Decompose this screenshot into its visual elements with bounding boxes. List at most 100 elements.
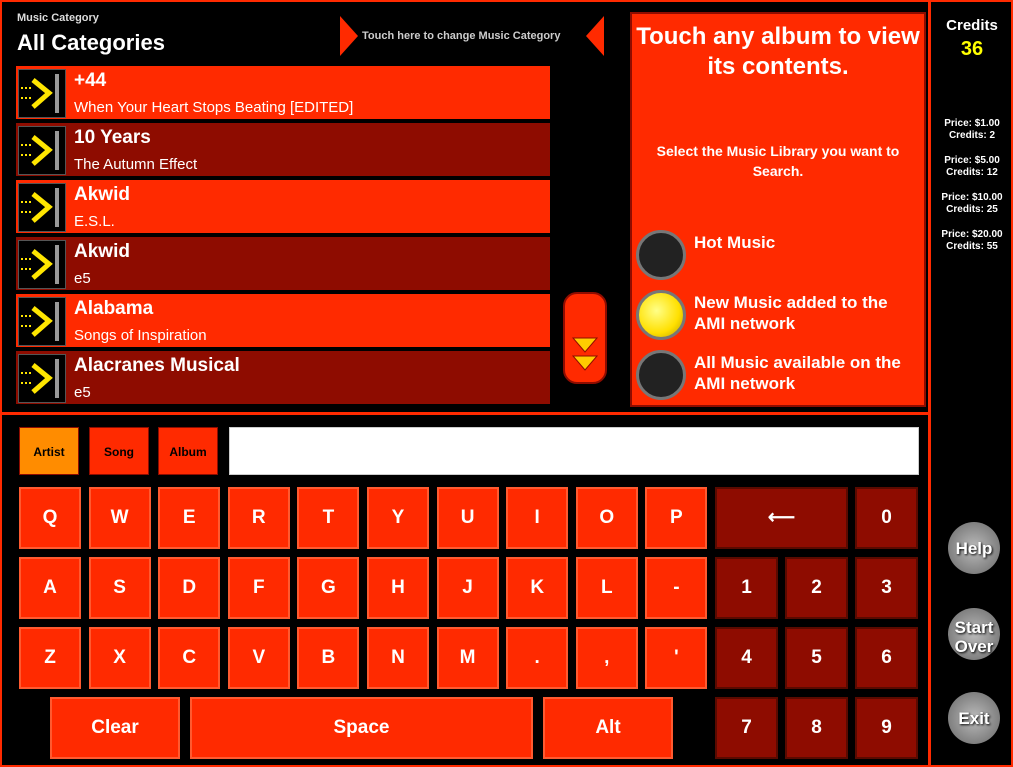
key-row2-0[interactable]: A bbox=[19, 557, 81, 619]
price-tier: Price: $5.00 Credits: 12 bbox=[931, 155, 1013, 179]
key-row3-5[interactable]: N bbox=[367, 627, 429, 689]
help-label: Help bbox=[955, 539, 993, 558]
key-num-7[interactable]: 7 bbox=[715, 697, 778, 759]
key-row1-1[interactable]: W bbox=[88, 487, 151, 549]
album-title: e5 bbox=[74, 270, 91, 287]
key-row1-3[interactable]: R bbox=[227, 487, 290, 549]
price-tier: Price: $1.00 Credits: 2 bbox=[931, 118, 1013, 142]
library-label: New Music added to the AMI network bbox=[694, 293, 888, 333]
key-num-3[interactable]: 3 bbox=[855, 557, 918, 619]
key-row3-8[interactable]: , bbox=[575, 627, 638, 689]
play-arrow-icon[interactable] bbox=[18, 354, 66, 403]
divider-horizontal bbox=[0, 412, 930, 415]
price-credits: Credits: 12 bbox=[946, 167, 998, 178]
album-title: The Autumn Effect bbox=[74, 156, 198, 173]
play-arrow-icon[interactable] bbox=[18, 69, 66, 118]
album-row[interactable]: Akwid e5 bbox=[15, 236, 551, 291]
album-row[interactable]: Alacranes Musical e5 bbox=[15, 350, 551, 405]
backspace-arrow-icon: ⟵ bbox=[767, 507, 796, 528]
key-num-9[interactable]: 9 bbox=[855, 697, 918, 759]
key-num-6[interactable]: 6 bbox=[855, 627, 918, 689]
play-arrow-icon[interactable] bbox=[18, 297, 66, 346]
key-row2-1[interactable]: S bbox=[88, 557, 151, 619]
change-category-hint[interactable]: Touch here to change Music Category bbox=[362, 30, 560, 42]
album-artist: 10 Years bbox=[74, 127, 151, 148]
key-row1-2[interactable]: E bbox=[158, 487, 221, 549]
start-over-button[interactable]: Start Over bbox=[948, 608, 1000, 660]
alt-button[interactable]: Alt bbox=[543, 697, 673, 759]
category-value[interactable]: All Categories bbox=[17, 30, 165, 56]
key-row3-4[interactable]: B bbox=[297, 627, 360, 689]
key-row1-9[interactable]: P bbox=[645, 487, 708, 549]
price-value: Price: $10.00 bbox=[941, 192, 1003, 203]
key-row2-2[interactable]: D bbox=[158, 557, 221, 619]
credits-value: 36 bbox=[960, 38, 984, 60]
album-row[interactable]: Akwid E.S.L. bbox=[15, 179, 551, 234]
search-input[interactable] bbox=[229, 427, 919, 475]
key-num-8[interactable]: 8 bbox=[785, 697, 848, 759]
exit-button[interactable]: Exit bbox=[948, 692, 1000, 744]
scroll-down-button[interactable] bbox=[563, 292, 607, 384]
key-row1-6[interactable]: U bbox=[436, 487, 499, 549]
key-row1-5[interactable]: Y bbox=[367, 487, 429, 549]
key-row3-0[interactable]: Z bbox=[19, 627, 81, 689]
category-label: Music Category bbox=[17, 12, 99, 24]
key-num-0[interactable]: 0 bbox=[855, 487, 918, 549]
play-arrow-icon[interactable] bbox=[18, 126, 66, 175]
library-label: Hot Music bbox=[694, 233, 776, 252]
album-artist: Akwid bbox=[74, 184, 130, 205]
album-title: When Your Heart Stops Beating [EDITED] bbox=[74, 99, 354, 116]
play-arrow-icon[interactable] bbox=[18, 240, 66, 289]
category-prev-icon[interactable] bbox=[340, 16, 358, 56]
key-row1-0[interactable]: Q bbox=[19, 487, 81, 549]
clear-button[interactable]: Clear bbox=[50, 697, 180, 759]
library-option[interactable]: New Music added to the AMI network bbox=[636, 288, 922, 342]
key-row2-5[interactable]: H bbox=[367, 557, 429, 619]
price-value: Price: $1.00 bbox=[944, 118, 1000, 129]
price-credits: Credits: 55 bbox=[946, 241, 998, 252]
price-value: Price: $5.00 bbox=[944, 155, 1000, 166]
key-num-2[interactable]: 2 bbox=[785, 557, 848, 619]
key-row2-8[interactable]: L bbox=[575, 557, 638, 619]
key-row2-7[interactable]: K bbox=[506, 557, 569, 619]
space-button[interactable]: Space bbox=[190, 697, 533, 759]
tab-album[interactable]: Album bbox=[158, 427, 218, 475]
double-chevron-down-icon bbox=[571, 337, 599, 371]
tab-song[interactable]: Song bbox=[89, 427, 149, 475]
library-option[interactable]: All Music available on the AMI network bbox=[636, 348, 922, 402]
play-arrow-icon[interactable] bbox=[18, 183, 66, 232]
album-title: E.S.L. bbox=[74, 213, 115, 230]
key-row3-7[interactable]: . bbox=[506, 627, 569, 689]
key-row2-3[interactable]: F bbox=[227, 557, 290, 619]
tab-artist[interactable]: Artist bbox=[19, 427, 79, 475]
key-row2-6[interactable]: J bbox=[436, 557, 499, 619]
key-row3-6[interactable]: M bbox=[436, 627, 499, 689]
album-title: Songs of Inspiration bbox=[74, 327, 207, 344]
radio-knob-icon[interactable] bbox=[636, 350, 686, 400]
backspace-button[interactable]: ⟵ bbox=[715, 487, 848, 549]
key-row1-4[interactable]: T bbox=[297, 487, 360, 549]
category-next-icon[interactable] bbox=[586, 16, 604, 56]
key-row1-7[interactable]: I bbox=[506, 487, 569, 549]
key-num-1[interactable]: 1 bbox=[715, 557, 778, 619]
info-subtitle: Select the Music Library you want to Sea… bbox=[656, 143, 900, 179]
help-button[interactable]: Help bbox=[948, 522, 1000, 574]
key-num-4[interactable]: 4 bbox=[715, 627, 778, 689]
price-credits: Credits: 2 bbox=[948, 130, 996, 141]
key-row3-2[interactable]: C bbox=[158, 627, 221, 689]
library-option[interactable]: Hot Music bbox=[636, 228, 922, 282]
album-row[interactable]: 10 Years The Autumn Effect bbox=[15, 122, 551, 177]
key-row2-4[interactable]: G bbox=[297, 557, 360, 619]
key-row3-1[interactable]: X bbox=[88, 627, 151, 689]
radio-knob-icon[interactable] bbox=[636, 230, 686, 280]
key-row1-8[interactable]: O bbox=[575, 487, 638, 549]
radio-knob-icon[interactable] bbox=[636, 290, 686, 340]
key-num-5[interactable]: 5 bbox=[785, 627, 848, 689]
key-row2-9[interactable]: - bbox=[645, 557, 708, 619]
album-row[interactable]: +44 When Your Heart Stops Beating [EDITED… bbox=[15, 65, 551, 120]
key-row3-3[interactable]: V bbox=[227, 627, 290, 689]
album-row[interactable]: Alabama Songs of Inspiration bbox=[15, 293, 551, 348]
album-artist: Alabama bbox=[74, 298, 154, 319]
library-label: All Music available on the AMI network bbox=[694, 353, 901, 393]
key-row3-9[interactable]: ' bbox=[645, 627, 708, 689]
